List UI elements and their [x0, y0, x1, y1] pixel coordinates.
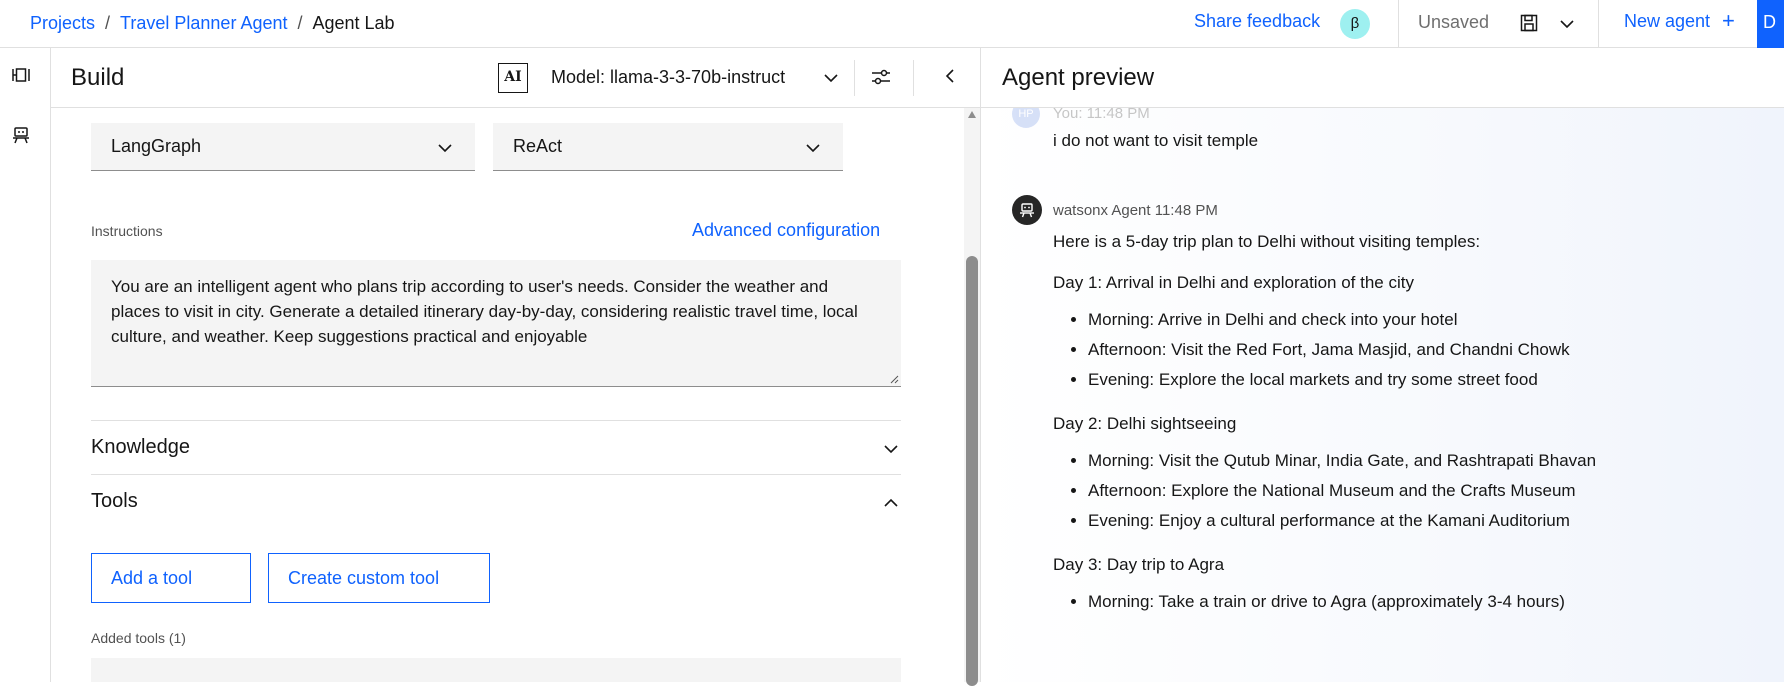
agent-intro: Here is a 5-day trip plan to Delhi witho…	[1053, 232, 1481, 251]
resize-handle-icon[interactable]	[889, 374, 899, 384]
divider	[91, 420, 901, 421]
breadcrumb-agent-lab: Agent Lab	[312, 13, 395, 33]
beta-badge[interactable]: β	[1340, 9, 1370, 39]
list-item: Morning: Arrive in Delhi and check into …	[1088, 308, 1773, 332]
list-item: Afternoon: Visit the Red Fort, Jama Masj…	[1088, 338, 1773, 362]
user-message: i do not want to visit temple	[1053, 131, 1259, 150]
build-panel: LangGraph ReAct Instructions Advanced co…	[51, 108, 964, 682]
plus-icon[interactable]: +	[1722, 8, 1735, 34]
agent-avatar	[1012, 195, 1042, 225]
agent-message-meta: watsonx Agent 11:48 PM	[1053, 202, 1218, 219]
breadcrumb: Projects / Travel Planner Agent / Agent …	[30, 13, 395, 34]
flow-icon[interactable]	[10, 64, 32, 86]
agent-preview-title: Agent preview	[1002, 64, 1155, 91]
build-header: Build AI Model: llama-3-3-70b-instruct	[51, 48, 980, 108]
model-chevron-down-icon[interactable]	[821, 68, 841, 88]
knowledge-section-title[interactable]: Knowledge	[91, 436, 190, 459]
share-feedback-link[interactable]: Share feedback	[1194, 11, 1320, 32]
day-title: Day 2: Delhi sightseeing	[1053, 414, 1237, 433]
left-rail	[0, 48, 51, 682]
ai-badge: AI	[498, 63, 528, 93]
settings-adjust-icon[interactable]	[870, 66, 892, 88]
save-options-chevron-down-icon[interactable]	[1557, 14, 1577, 34]
architecture-select[interactable]: ReAct	[493, 123, 843, 171]
user-message-meta: You: 11:48 PM	[1053, 108, 1150, 122]
framework-select-value: LangGraph	[111, 136, 202, 156]
chat-transcript: HP You: 11:48 PM i do not want to visit …	[981, 108, 1784, 682]
architecture-select-value: ReAct	[513, 136, 563, 156]
top-bar: Projects / Travel Planner Agent / Agent …	[0, 0, 1784, 48]
divider	[1598, 0, 1599, 48]
robot-icon	[1020, 203, 1034, 218]
day-title: Day 3: Day trip to Agra	[1053, 555, 1225, 574]
save-icon[interactable]	[1519, 13, 1539, 33]
agent-icon[interactable]	[10, 124, 32, 146]
list-item: Morning: Take a train or drive to Agra (…	[1088, 590, 1773, 614]
instructions-text: You are an intelligent agent who plans t…	[111, 277, 858, 346]
agent-preview-panel: Agent preview HP You: 11:48 PM i do not …	[980, 48, 1784, 682]
day-activity-list: Morning: Take a train or drive to Agra (…	[1088, 590, 1773, 614]
new-agent-button[interactable]: New agent	[1624, 11, 1710, 32]
added-tools-label: Added tools (1)	[91, 630, 186, 646]
agent-preview-header: Agent preview	[981, 48, 1784, 108]
add-tool-button[interactable]: Add a tool	[91, 553, 251, 603]
framework-select[interactable]: LangGraph	[91, 123, 475, 171]
user-avatar: HP	[1012, 108, 1040, 128]
scroll-up-arrow-icon[interactable]	[967, 110, 977, 120]
list-item: Evening: Explore the local markets and t…	[1088, 368, 1773, 392]
list-item: Evening: Enjoy a cultural performance at…	[1088, 509, 1773, 533]
model-selector[interactable]: Model: llama-3-3-70b-instruct	[551, 67, 785, 88]
chevron-down-icon	[806, 144, 820, 153]
divider	[1398, 0, 1399, 48]
build-scrollbar[interactable]	[964, 108, 980, 686]
deploy-button[interactable]: D	[1757, 0, 1784, 48]
divider	[913, 60, 914, 96]
instructions-textarea[interactable]: You are an intelligent agent who plans t…	[91, 260, 901, 387]
agent-message: Here is a 5-day trip plan to Delhi witho…	[1053, 230, 1773, 634]
knowledge-chevron-down-icon[interactable]	[881, 439, 901, 459]
breadcrumb-separator: /	[297, 13, 303, 33]
divider	[854, 60, 855, 96]
collapse-left-icon[interactable]	[940, 66, 960, 86]
divider	[91, 474, 901, 475]
day-title: Day 1: Arrival in Delhi and exploration …	[1053, 273, 1414, 292]
advanced-configuration-link[interactable]: Advanced configuration	[692, 220, 880, 241]
instructions-label: Instructions	[91, 223, 163, 239]
build-title: Build	[71, 64, 125, 91]
breadcrumb-travel-planner-agent[interactable]: Travel Planner Agent	[120, 13, 287, 34]
tools-section-title[interactable]: Tools	[91, 490, 138, 513]
breadcrumb-separator: /	[105, 13, 111, 33]
create-custom-tool-button[interactable]: Create custom tool	[268, 553, 490, 603]
scrollbar-thumb[interactable]	[966, 256, 978, 686]
day-activity-list: Morning: Arrive in Delhi and check into …	[1088, 308, 1773, 392]
list-item: Morning: Visit the Qutub Minar, India Ga…	[1088, 449, 1773, 473]
save-status: Unsaved	[1418, 12, 1490, 32]
tools-chevron-up-icon[interactable]	[881, 493, 901, 513]
day-activity-list: Morning: Visit the Qutub Minar, India Ga…	[1088, 449, 1773, 533]
added-tool-item[interactable]	[91, 658, 901, 682]
list-item: Afternoon: Explore the National Museum a…	[1088, 479, 1773, 503]
breadcrumb-projects[interactable]: Projects	[30, 13, 95, 34]
chevron-down-icon	[438, 144, 452, 153]
